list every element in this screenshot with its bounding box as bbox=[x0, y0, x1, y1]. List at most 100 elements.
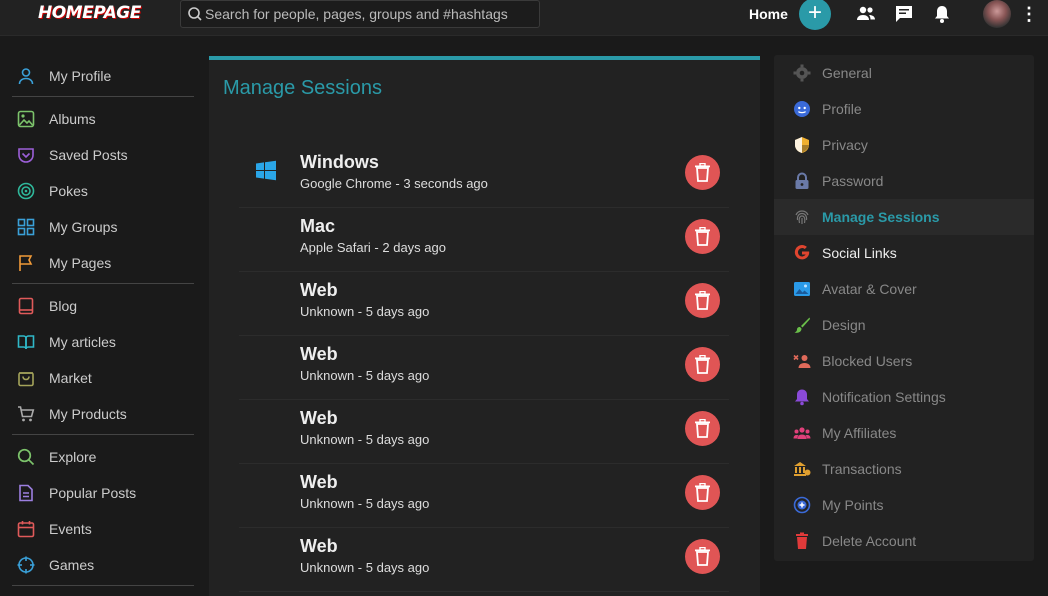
gear-icon bbox=[793, 64, 811, 82]
sidebar-item-label: My Pages bbox=[49, 255, 112, 271]
user-avatar[interactable] bbox=[983, 0, 1011, 28]
delete-session-button[interactable] bbox=[685, 411, 720, 446]
settings-item-label: Password bbox=[822, 173, 884, 189]
bookmark-icon bbox=[18, 148, 34, 163]
delete-session-button[interactable] bbox=[685, 539, 720, 574]
settings-item-label: Delete Account bbox=[822, 533, 917, 549]
settings-item-avatar-cover[interactable]: Avatar & Cover bbox=[774, 271, 1034, 307]
user-icon bbox=[18, 68, 34, 85]
settings-item-label: Transactions bbox=[822, 461, 902, 477]
settings-item-password[interactable]: Password bbox=[774, 163, 1034, 199]
sidebar-item-label: Events bbox=[49, 521, 92, 537]
sidebar-item-label: Blog bbox=[49, 298, 78, 314]
create-button[interactable]: + bbox=[799, 0, 831, 30]
cart-icon bbox=[18, 406, 35, 422]
delete-session-button[interactable] bbox=[685, 283, 720, 318]
session-name: Web bbox=[300, 408, 338, 428]
settings-item-profile[interactable]: Profile bbox=[774, 91, 1034, 127]
trash-icon bbox=[695, 355, 710, 374]
sidebar-item-albums[interactable]: Albums bbox=[12, 101, 194, 137]
settings-item-blocked-users[interactable]: Blocked Users bbox=[774, 343, 1034, 379]
session-row: Web Unknown - 5 days ago bbox=[239, 528, 729, 592]
session-name: Web bbox=[300, 344, 338, 364]
search-input[interactable] bbox=[205, 1, 535, 27]
settings-item-notification-settings[interactable]: Notification Settings bbox=[774, 379, 1034, 415]
divider bbox=[12, 585, 194, 586]
session-row: Web Unknown - 5 days ago bbox=[239, 336, 729, 400]
settings-item-my-points[interactable]: My Points bbox=[774, 487, 1034, 523]
settings-item-label: Design bbox=[822, 317, 866, 333]
delete-session-button[interactable] bbox=[685, 155, 720, 190]
left-sidebar: My Profile Albums Saved Posts Pokes My G… bbox=[12, 58, 194, 590]
sidebar-item-label: Popular Posts bbox=[49, 485, 137, 501]
divider bbox=[12, 434, 194, 435]
site-logo[interactable]: HOMEPAGE bbox=[38, 3, 141, 23]
sidebar-item-my-profile[interactable]: My Profile bbox=[12, 58, 194, 94]
session-info: Google Chrome - 3 seconds ago bbox=[300, 176, 488, 191]
sidebar-item-label: Market bbox=[49, 370, 92, 386]
messages-icon[interactable] bbox=[894, 4, 914, 24]
sidebar-item-popular-posts[interactable]: Popular Posts bbox=[12, 475, 194, 511]
manage-sessions-panel: Manage Sessions Windows Google Chrome - … bbox=[209, 56, 760, 596]
settings-item-transactions[interactable]: Transactions bbox=[774, 451, 1034, 487]
sidebar-item-label: Albums bbox=[49, 111, 96, 127]
settings-item-social-links[interactable]: Social Links bbox=[774, 235, 1034, 271]
page-title: Manage Sessions bbox=[223, 77, 382, 99]
session-name: Windows bbox=[300, 152, 379, 172]
settings-item-label: Blocked Users bbox=[822, 353, 913, 369]
more-menu-icon[interactable]: ⋮ bbox=[1020, 4, 1038, 24]
trash-icon bbox=[796, 532, 808, 549]
divider bbox=[12, 283, 194, 284]
session-info: Unknown - 5 days ago bbox=[300, 496, 430, 511]
sidebar-item-my-pages[interactable]: My Pages bbox=[12, 245, 194, 281]
settings-item-label: Manage Sessions bbox=[822, 209, 940, 225]
trash-icon bbox=[695, 547, 710, 566]
settings-sidebar: General Profile Privacy Password Manage … bbox=[774, 55, 1034, 561]
settings-item-label: Notification Settings bbox=[822, 389, 946, 405]
delete-session-button[interactable] bbox=[685, 347, 720, 382]
sidebar-item-saved-posts[interactable]: Saved Posts bbox=[12, 137, 194, 173]
divider bbox=[12, 96, 194, 97]
settings-item-delete-account[interactable]: Delete Account bbox=[774, 523, 1034, 559]
settings-item-general[interactable]: General bbox=[774, 55, 1034, 91]
settings-item-privacy[interactable]: Privacy bbox=[774, 127, 1034, 163]
friends-icon[interactable] bbox=[856, 4, 876, 24]
sessions-list: Windows Google Chrome - 3 seconds ago Ma… bbox=[239, 144, 729, 592]
home-link[interactable]: Home bbox=[749, 6, 788, 22]
sidebar-item-blog[interactable]: Blog bbox=[12, 288, 194, 324]
settings-item-label: General bbox=[822, 65, 872, 81]
session-row: Web Unknown - 5 days ago bbox=[239, 464, 729, 528]
sidebar-item-label: My Products bbox=[49, 406, 127, 422]
sidebar-item-events[interactable]: Events bbox=[12, 511, 194, 547]
crosshair-icon bbox=[17, 556, 35, 574]
settings-item-design[interactable]: Design bbox=[774, 307, 1034, 343]
notifications-icon[interactable] bbox=[932, 4, 952, 24]
search-icon bbox=[188, 7, 202, 21]
search-box[interactable] bbox=[180, 0, 540, 28]
sidebar-item-explore[interactable]: Explore bbox=[12, 439, 194, 475]
settings-item-my-affiliates[interactable]: My Affiliates bbox=[774, 415, 1034, 451]
sidebar-item-label: My articles bbox=[49, 334, 116, 350]
bank-icon bbox=[794, 462, 811, 476]
google-icon bbox=[794, 245, 810, 260]
sidebar-item-my-articles[interactable]: My articles bbox=[12, 324, 194, 360]
flag-icon bbox=[19, 255, 33, 271]
settings-item-manage-sessions[interactable]: Manage Sessions bbox=[774, 199, 1034, 235]
session-name: Web bbox=[300, 472, 338, 492]
sidebar-item-my-groups[interactable]: My Groups bbox=[12, 209, 194, 245]
sidebar-item-my-products[interactable]: My Products bbox=[12, 396, 194, 432]
sidebar-item-label: Pokes bbox=[49, 183, 88, 199]
session-name: Web bbox=[300, 536, 338, 556]
trash-icon bbox=[695, 419, 710, 438]
delete-session-button[interactable] bbox=[685, 219, 720, 254]
sidebar-item-games[interactable]: Games bbox=[12, 547, 194, 583]
sidebar-item-market[interactable]: Market bbox=[12, 360, 194, 396]
sidebar-item-pokes[interactable]: Pokes bbox=[12, 173, 194, 209]
settings-item-label: Profile bbox=[822, 101, 862, 117]
lock-icon bbox=[795, 172, 809, 189]
delete-session-button[interactable] bbox=[685, 475, 720, 510]
sidebar-item-label: Games bbox=[49, 557, 95, 573]
plus-circle-icon bbox=[793, 496, 811, 514]
bag-icon bbox=[18, 372, 34, 387]
open-book-icon bbox=[17, 335, 35, 350]
